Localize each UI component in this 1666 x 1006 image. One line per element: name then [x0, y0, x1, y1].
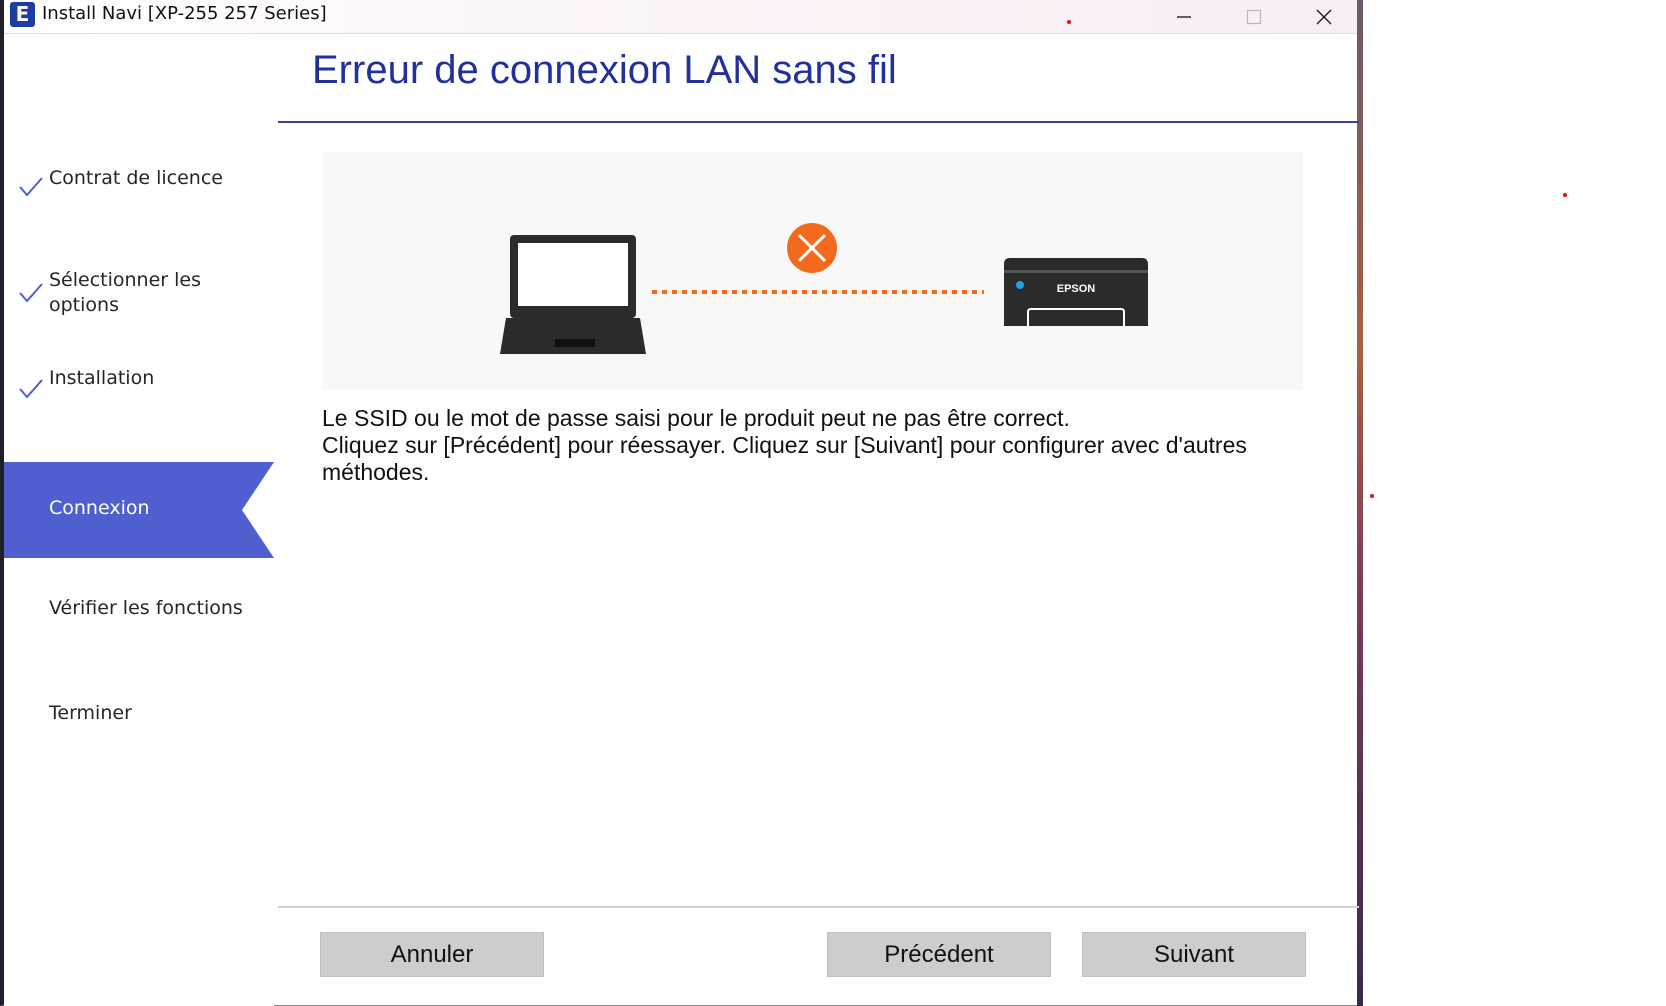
- close-button[interactable]: [1289, 0, 1359, 33]
- minimize-button[interactable]: [1149, 0, 1219, 33]
- title-bar[interactable]: E Install Navi [XP-255 257 Series]: [4, 0, 1357, 34]
- marker-dot: [1370, 494, 1374, 498]
- window-title: Install Navi [XP-255 257 Series]: [42, 3, 327, 24]
- next-button[interactable]: Suivant: [1082, 932, 1306, 977]
- step-label: Installation: [49, 367, 155, 389]
- error-message: Le SSID ou le mot de passe saisi pour le…: [322, 405, 1282, 486]
- maximize-icon: [1246, 9, 1262, 24]
- step-label: Contrat de licence: [49, 167, 223, 189]
- title-divider: [278, 121, 1359, 123]
- cancel-button[interactable]: Annuler: [320, 932, 544, 977]
- step-finish: Terminer: [4, 699, 274, 739]
- installer-window: E Install Navi [XP-255 257 Series] Contr…: [0, 0, 1359, 1006]
- step-verify: Vérifier les fonctions: [4, 594, 274, 634]
- step-label: Terminer: [49, 702, 132, 724]
- desktop-background: [1357, 0, 1666, 1006]
- printer-icon: EPSON: [1004, 258, 1148, 326]
- active-step-pointer: [242, 462, 274, 558]
- step-label: Connexion: [49, 497, 150, 519]
- checkmark-icon: [19, 379, 43, 399]
- checkmark-icon: [19, 177, 43, 197]
- checkmark-icon: [19, 283, 43, 303]
- connection-illustration: EPSON: [322, 152, 1303, 390]
- message-line: Le SSID ou le mot de passe saisi pour le…: [322, 405, 1070, 431]
- footer-divider: [278, 906, 1359, 908]
- step-options: Sélectionner les options: [4, 266, 274, 326]
- printer-brand-label: EPSON: [1057, 283, 1096, 295]
- maximize-button[interactable]: [1219, 0, 1289, 33]
- step-installation: Installation: [4, 364, 274, 414]
- page-title: Erreur de connexion LAN sans fil: [312, 48, 897, 92]
- epson-app-icon: E: [10, 2, 35, 27]
- step-label: Vérifier les fonctions: [49, 597, 243, 619]
- marker-dot: [1563, 193, 1567, 197]
- step-license: Contrat de licence: [4, 164, 274, 214]
- marker-dot: [1067, 20, 1071, 24]
- message-line: Cliquez sur [Précédent] pour réessayer. …: [322, 432, 1247, 485]
- close-icon: [1316, 8, 1332, 25]
- error-x-icon: [787, 223, 837, 273]
- step-label: Sélectionner les options: [49, 269, 202, 316]
- minimize-icon: [1177, 15, 1191, 18]
- desktop-wallpaper-edge: [1357, 0, 1363, 1006]
- back-button[interactable]: Précédent: [827, 932, 1051, 977]
- step-sidebar: Contrat de licence Sélectionner les opti…: [4, 34, 274, 1006]
- laptop-icon: [500, 235, 646, 354]
- step-connexion-active: Connexion: [4, 462, 274, 558]
